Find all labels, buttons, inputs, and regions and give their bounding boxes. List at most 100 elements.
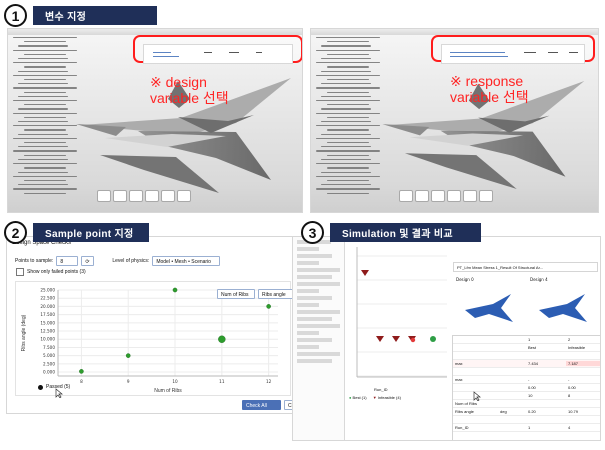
design-variable-callout: ※ design variable 선택 [150,74,229,106]
best-legend-icon: ● [349,395,352,400]
sample-point [172,287,178,293]
table-row [453,368,600,376]
table-cell: - [528,377,530,382]
table-cell: Infeasible [568,345,586,350]
table-cell: 2 [568,337,571,342]
table-row: Num of Ribs [453,400,600,408]
x-axis-label: Num of Ribs [154,388,182,394]
table-row: Run_ID 1 4 [453,424,600,432]
design-variable-screenshot [7,28,303,213]
design-0-label: Design 0 [456,277,474,282]
y-tick-label: 5.000 [43,353,55,358]
graphics-toolbar-right[interactable] [399,190,493,202]
response-variable-table [441,44,585,64]
response-variable-screenshot [310,28,599,213]
table-row: max - - [453,376,600,384]
design-variable-table [143,44,293,64]
sample-point [266,304,271,309]
table-cell: Ribs angle [455,409,474,414]
design-4-label: Design 4 [530,277,548,282]
response-variable-selection-box[interactable] [431,35,595,64]
table-cell: 10.79 [568,409,579,414]
x-tick-label: 8 [80,379,83,384]
table-cell: Best [528,345,537,350]
table-row [453,416,600,424]
points-to-sample-label: Points to sample: [15,256,54,266]
table-cell: - [568,377,570,382]
sample-point [79,369,84,374]
plot-background [58,290,278,376]
x-tick-label: 9 [127,379,130,384]
table-cell: 1 [528,425,531,430]
table-cell: 7.434 [528,361,539,366]
feature-tree [313,37,381,194]
x-tick-label: 11 [219,379,225,384]
step-2-title: Sample point 지정 [33,223,149,242]
y-tick-label: 20.000 [40,304,55,309]
simulation-run-plot [345,237,453,387]
step-3-title: Simulation 및 결과 비교 [330,223,481,242]
mouse-cursor-icon-step3 [473,391,481,401]
table-row: Best Infeasible [453,344,600,352]
refresh-icon[interactable]: ⟳ [81,256,95,266]
run-id-axis-label: Run_ID [374,387,388,392]
sampling-controls: Points to sample: 8 ⟳ Level of physics: … [15,256,221,266]
y-tick-label: 15.000 [40,320,55,325]
y-tick-label: 12.500 [40,329,55,334]
step-2-badge: 2 [4,221,27,244]
result-selector[interactable]: PT_Lfm Mean Stress 1_Result Of Structura… [453,262,598,272]
step-1-badge: 1 [4,4,27,27]
design-0-render [465,294,513,322]
table-cell: Run_ID [455,425,469,430]
simulation-results-table: 1 2 Best Infeasible max 7.434 7.187 max - -0.00 0.… [452,335,600,440]
axis-selectors: Num of Ribs Ribs angle [217,289,294,299]
infeasible-legend-icon: ▼ [372,395,377,400]
failed-points-label: Show only failed points (3) [27,269,86,275]
y-tick-label: 0.000 [43,370,55,375]
failed-points-filter[interactable]: Show only failed points (3) [16,268,86,276]
table-cell: 10 [528,393,533,398]
plot-axis-labels: Run_ID [347,387,447,395]
design-4-render [539,294,587,322]
x-axis-selector[interactable]: Num of Ribs [217,289,255,299]
y-tick-label: 25.000 [40,288,55,293]
best-point-marker [430,336,436,342]
table-cell: max [455,361,463,366]
check-all-points-button[interactable]: Check All Points [242,400,281,410]
points-to-sample-input[interactable]: 8 [56,256,79,266]
response-variable-callout: ※ response variable 선택 [450,73,529,105]
y-tick-label: 17.500 [40,312,55,317]
level-of-physics-select[interactable]: Model • Mesh • Scenario [152,256,221,266]
y-tick-label: 22.500 [40,296,55,301]
failed-points-checkbox[interactable] [16,268,24,276]
x-tick-label: 12 [266,379,272,384]
step-1-title: 변수 지정 [33,6,157,25]
table-cell: 4 [568,425,571,430]
table-row: 12 [453,336,600,344]
design-variable-selection-box[interactable] [133,35,302,64]
y-axis-selector[interactable]: Ribs angle [258,289,294,299]
table-row [453,352,600,360]
level-of-physics-label: Level of physics: [112,256,150,266]
table-row: max 7.434 7.187 [453,360,600,368]
step-3-badge: 3 [301,221,324,244]
sample-point [218,335,226,343]
table-cell: 7.187 [566,361,600,366]
sample-point [125,353,131,358]
table-cell: max [455,377,463,382]
mouse-cursor-icon [55,388,63,398]
y-tick-label: 7.500 [43,345,55,350]
y-tick-label: 10.000 [40,337,55,342]
simulation-legend: ● Best (1) ▼ Infeasible (4) [349,395,401,400]
workflow-page: 1 변수 지정 ※ design variable 선택 ※ response … [0,0,605,450]
graphics-toolbar-left[interactable] [97,190,191,202]
table-cell: 0.00 [528,385,536,390]
table-cell: 0.20 [528,409,536,414]
step-3-header: 3 Simulation 및 결과 비교 [301,221,481,244]
infeasible-legend-label: Infeasible (4) [377,395,401,400]
step-2-header: 2 Sample point 지정 [4,221,149,244]
design-space-check-dialog: Design Space Checks Points to sample: 8 … [6,236,302,414]
x-tick-label: 10 [172,379,178,384]
table-cell: Num of Ribs [455,401,478,406]
table-cell: 8 [568,393,571,398]
